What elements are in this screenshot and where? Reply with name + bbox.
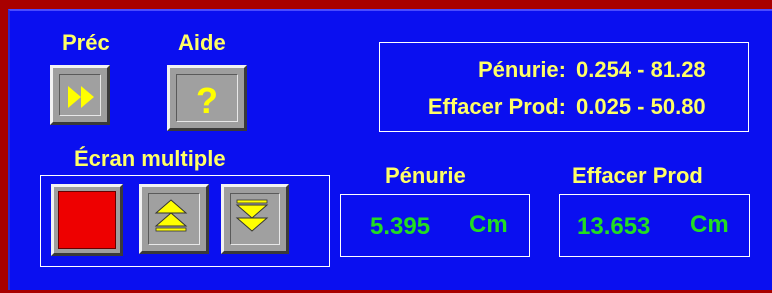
shortage-readout-label: Pénurie [385,163,466,188]
shortage-unit: Cm [469,211,508,238]
help-button[interactable]: ? [167,65,247,131]
help-label: Aide [178,30,226,55]
prev-button[interactable] [50,65,110,125]
multi-screen-group [40,175,330,267]
page-up-icon [154,199,188,232]
window-frame: Préc Aide ? Écran multiple Pénurie: 0.25… [0,0,772,293]
clear-unit: Cm [690,211,729,238]
clear-readout-label: Effacer Prod [572,163,703,188]
shortage-range-label: Pénurie: [477,57,566,82]
page-down-button[interactable] [221,184,289,254]
red-square-icon [58,191,116,249]
page-up-button[interactable] [139,184,209,254]
shortage-readout-box: 5.395 Cm [340,194,530,257]
question-mark-icon: ? [196,80,218,121]
shortage-range-value: 0.254 - 81.28 [576,57,706,82]
shortage-value: 5.395 [370,213,431,240]
clear-range-label: Effacer Prod: [427,94,566,119]
multi-screen-label: Écran multiple [74,146,226,171]
clear-readout-box: 13.653 Cm [559,194,750,257]
prev-label: Préc [62,30,110,55]
clear-value: 13.653 [577,213,651,240]
stop-button[interactable] [51,184,123,256]
fast-forward-icon [68,86,94,108]
control-panel: Préc Aide ? Écran multiple Pénurie: 0.25… [8,9,772,290]
ranges-box: Pénurie: 0.254 - 81.28 Effacer Prod: 0.0… [379,42,749,132]
page-down-icon [235,199,269,232]
clear-range-value: 0.025 - 50.80 [576,94,706,119]
